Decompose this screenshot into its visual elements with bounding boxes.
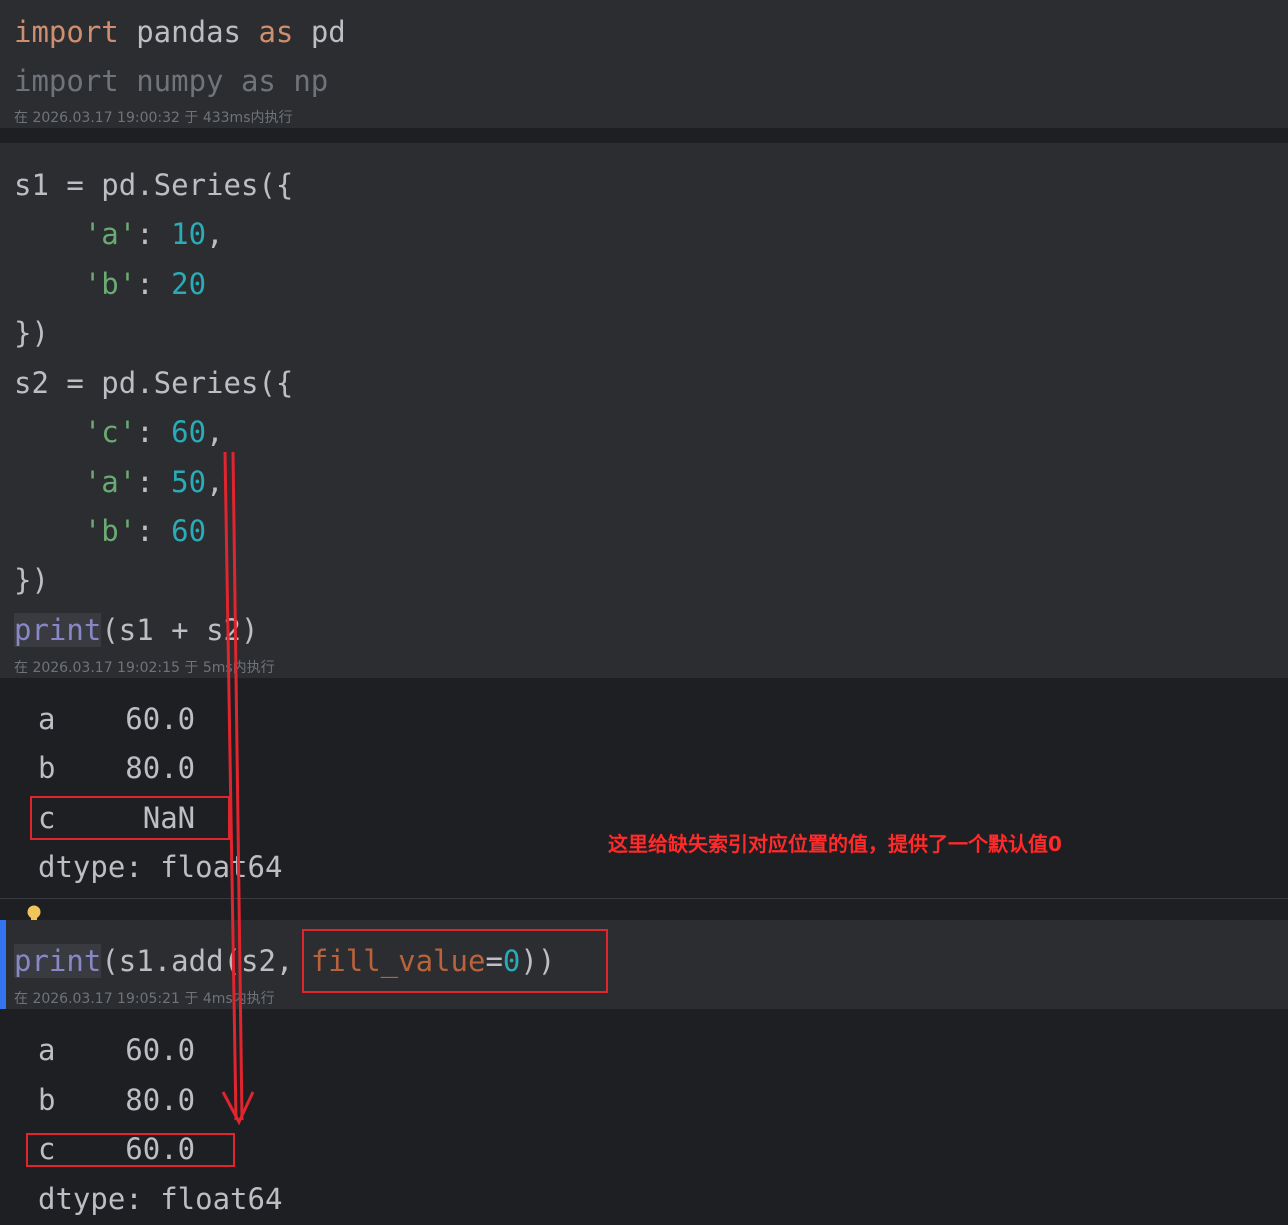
execution-meta: 在 2026.03.17 19:00:32 于 433ms内执行 xyxy=(14,110,293,126)
code-cell-imports[interactable]: import pandas as pd import numpy as np 在… xyxy=(0,0,1288,128)
cell-divider xyxy=(0,898,1288,899)
code-line: s2 = pd.Series({ xyxy=(14,366,294,400)
print-builtin: print xyxy=(14,613,102,647)
code-line: 'b': 60 xyxy=(83,514,207,548)
output-dtype: dtype: float64 xyxy=(38,850,283,884)
highlight-filled-box xyxy=(26,1133,235,1167)
code-line: 'a': 10, xyxy=(83,217,224,251)
output-line: a 60.0 xyxy=(38,702,196,736)
output-line: b 80.0 xyxy=(38,1083,196,1117)
code-line: 'a': 50, xyxy=(83,465,224,499)
highlight-fill-value-box xyxy=(302,929,608,993)
code-line: s1 = pd.Series({ xyxy=(14,168,294,202)
code-line: }) xyxy=(14,316,49,350)
execution-meta: 在 2026.03.17 19:05:21 于 4ms内执行 xyxy=(14,991,275,1007)
code-line-import-numpy: import numpy as np xyxy=(14,64,329,98)
output-line: b 80.0 xyxy=(38,751,196,785)
output-line: a 60.0 xyxy=(38,1033,196,1067)
code-line-print: print(s1 + s2) xyxy=(14,613,259,647)
code-line-import-pandas: import pandas as pd xyxy=(14,15,346,49)
code-line: 'b': 20 xyxy=(83,267,207,301)
cell-output: a 60.0 b 80.0 c 60.0 dtype: float64 xyxy=(0,1009,1288,1225)
code-line: }) xyxy=(14,563,49,597)
print-builtin: print xyxy=(14,944,102,978)
code-cell-series-sum[interactable]: s1 = pd.Series({ 'a': 10, 'b': 20 }) s2 … xyxy=(0,143,1288,678)
active-cell-marker xyxy=(0,920,6,1009)
cell-output: a 60.0 b 80.0 c NaN dtype: float64 xyxy=(0,678,1288,898)
output-dtype: dtype: float64 xyxy=(38,1182,283,1216)
highlight-nan-box xyxy=(30,796,230,840)
execution-meta: 在 2026.03.17 19:02:15 于 5ms内执行 xyxy=(14,660,275,676)
code-line: 'c': 60, xyxy=(83,415,224,449)
annotation-text: 这里给缺失索引对应位置的值，提供了一个默认值0 xyxy=(608,832,1062,856)
code-cell-add-fill-value[interactable]: print(s1.add(s2, fill_value=0)) 在 2026.0… xyxy=(0,920,1288,1009)
